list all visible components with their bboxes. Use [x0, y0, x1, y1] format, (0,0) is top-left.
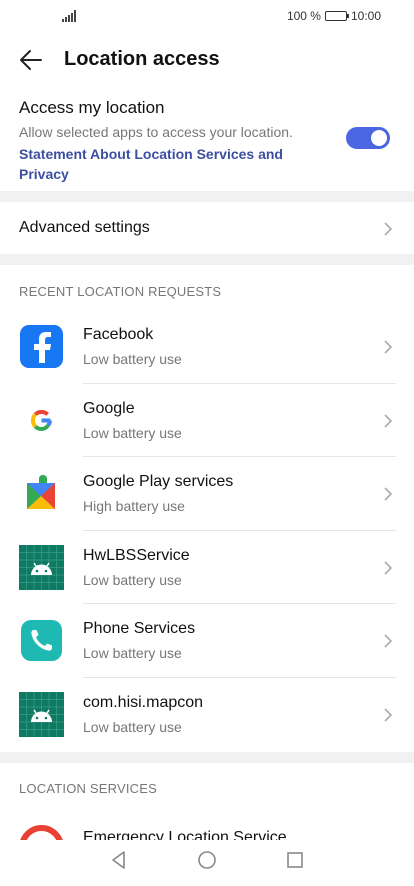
list-item[interactable]: Google Play services High battery use — [0, 457, 414, 531]
toggle-knob — [371, 130, 387, 146]
app-battery-use: Low battery use — [83, 351, 182, 367]
app-name: Google Play services — [83, 473, 234, 491]
privacy-statement-link[interactable]: Statement About Location Services and Pr… — [19, 144, 319, 184]
facebook-icon — [20, 325, 63, 368]
google-icon — [19, 398, 64, 443]
android-icon — [19, 544, 64, 590]
app-battery-use: Low battery use — [83, 424, 182, 441]
chevron-right-icon — [384, 340, 393, 354]
section-gap — [0, 254, 414, 265]
chevron-right-icon — [384, 487, 393, 501]
app-name: Phone Services — [83, 620, 196, 638]
signal-icon — [62, 10, 76, 22]
app-name: HwLBSService — [83, 546, 190, 564]
android-icon — [19, 691, 64, 737]
section-gap — [0, 191, 414, 202]
chevron-right-icon — [384, 561, 393, 575]
home-circle-icon[interactable] — [195, 848, 219, 872]
app-name: com.hisi.mapcon — [83, 693, 204, 711]
page-title: Location access — [64, 48, 220, 70]
status-right: 100 % 10:00 — [287, 9, 381, 23]
app-battery-use: High battery use — [83, 498, 185, 515]
list-item[interactable]: Google Low battery use — [0, 384, 414, 458]
back-arrow-icon[interactable] — [18, 48, 44, 72]
advanced-settings-row[interactable]: Advanced settings — [0, 202, 414, 254]
recents-square-icon[interactable] — [283, 848, 307, 872]
list-item[interactable]: Phone Services Low battery use — [0, 604, 414, 678]
back-triangle-icon[interactable] — [107, 848, 131, 872]
location-toggle[interactable] — [346, 127, 390, 149]
access-my-location-row[interactable]: Access my location Allow selected apps t… — [0, 96, 414, 190]
app-battery-use: Low battery use — [83, 718, 182, 735]
app-battery-use: Low battery use — [83, 645, 182, 662]
location-services-header: LOCATION SERVICES — [19, 781, 158, 796]
access-title: Access my location — [19, 98, 165, 117]
clock: 10:00 — [350, 9, 381, 23]
section-gap — [0, 752, 414, 763]
chevron-right-icon — [384, 634, 393, 648]
google-play-services-icon — [27, 475, 55, 510]
chevron-right-icon — [384, 708, 393, 722]
app-name: Facebook — [83, 326, 154, 343]
phone-icon — [21, 620, 62, 662]
battery-percent: 100 % — [286, 9, 321, 23]
battery-icon — [324, 11, 349, 21]
list-item[interactable]: HwLBSService Low battery use — [0, 531, 414, 605]
app-name: Google — [83, 399, 135, 417]
status-bar: 100 % 10:00 — [0, 0, 414, 32]
recent-requests-header: RECENT LOCATION REQUESTS — [19, 284, 222, 299]
list-item[interactable]: Facebook Low battery use — [0, 310, 414, 384]
recent-requests-list: Facebook Low battery use Google Low batt… — [0, 310, 414, 752]
access-subtitle: Allow selected apps to access your locat… — [19, 124, 293, 140]
advanced-settings-label: Advanced settings — [19, 219, 150, 236]
chevron-right-icon — [384, 414, 393, 428]
app-bar: Location access — [0, 38, 414, 82]
list-item[interactable]: com.hisi.mapcon Low battery use — [0, 678, 414, 752]
app-battery-use: Low battery use — [83, 571, 182, 588]
chevron-right-icon — [384, 222, 393, 236]
navigation-bar — [0, 840, 414, 886]
